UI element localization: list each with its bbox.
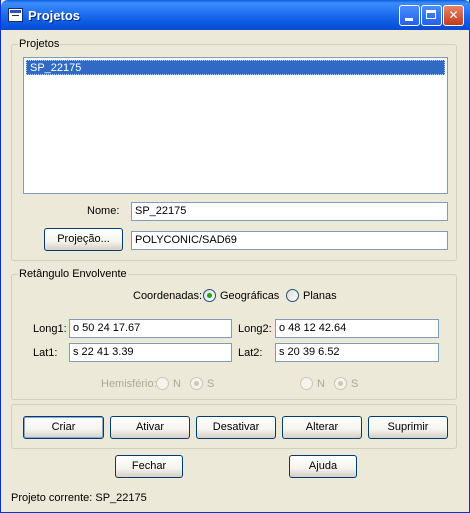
hemisphere-right-s-label: S (351, 378, 359, 390)
title-bar[interactable]: Projetos ✕ (1, 0, 470, 30)
projects-group-legend: Projetos (19, 38, 60, 50)
long2-field[interactable]: o 48 12 42.64 (275, 319, 439, 338)
radio-geograficas-label[interactable]: Geográficas (220, 290, 279, 302)
minimize-icon (405, 18, 413, 21)
hemisphere-left-s-radio[interactable] (190, 377, 203, 390)
projects-listbox[interactable]: SP_22175 (23, 57, 448, 194)
projection-field[interactable]: POLYCONIC/SAD69 (131, 231, 448, 250)
name-label: Nome: (87, 205, 120, 217)
projection-button[interactable]: Projeção... (44, 228, 123, 251)
create-button[interactable]: Criar (23, 416, 104, 439)
close-dialog-button[interactable]: Fechar (115, 455, 183, 478)
long2-label: Long2: (238, 323, 272, 335)
hemisphere-left-n-radio[interactable] (156, 377, 169, 390)
maximize-button[interactable] (421, 5, 442, 26)
status-bar-text: Projeto corrente: SP_22175 (11, 492, 147, 504)
delete-button[interactable]: Suprimir (368, 416, 448, 439)
lat2-field[interactable]: s 20 39 6.52 (275, 343, 439, 362)
deactivate-button[interactable]: Desativar (196, 416, 276, 439)
hemisphere-label: Hemisfério: (101, 378, 157, 390)
activate-button[interactable]: Ativar (110, 416, 190, 439)
bounding-rect-legend: Retângulo Envolvente (19, 268, 127, 280)
projetos-window: Projetos ✕ Projetos SP_22175 Nome: SP_22… (0, 0, 470, 513)
long1-label: Long1: (33, 323, 67, 335)
modify-button[interactable]: Alterar (282, 416, 362, 439)
help-button[interactable]: Ajuda (289, 455, 357, 478)
lat1-label: Lat1: (33, 347, 58, 359)
radio-geograficas[interactable] (203, 289, 216, 302)
hemisphere-left-n-label: N (173, 378, 181, 390)
name-field[interactable]: SP_22175 (131, 202, 448, 221)
minimize-button[interactable] (399, 5, 420, 26)
close-icon: ✕ (448, 8, 459, 22)
app-icon (8, 8, 23, 22)
radio-planas-label[interactable]: Planas (303, 290, 337, 302)
coords-label: Coordenadas: (133, 290, 203, 302)
maximize-icon (426, 10, 436, 19)
long1-field[interactable]: o 50 24 17.67 (69, 319, 232, 338)
lat1-field[interactable]: s 22 41 3.39 (69, 343, 232, 362)
hemisphere-right-s-radio[interactable] (334, 377, 347, 390)
radio-planas[interactable] (286, 289, 299, 302)
window-title: Projetos (28, 8, 81, 23)
list-item[interactable]: SP_22175 (26, 60, 445, 75)
hemisphere-right-n-label: N (317, 378, 325, 390)
lat2-label: Lat2: (238, 347, 263, 359)
hemisphere-right-n-radio[interactable] (300, 377, 313, 390)
close-button[interactable]: ✕ (443, 5, 464, 26)
hemisphere-left-s-label: S (207, 378, 215, 390)
